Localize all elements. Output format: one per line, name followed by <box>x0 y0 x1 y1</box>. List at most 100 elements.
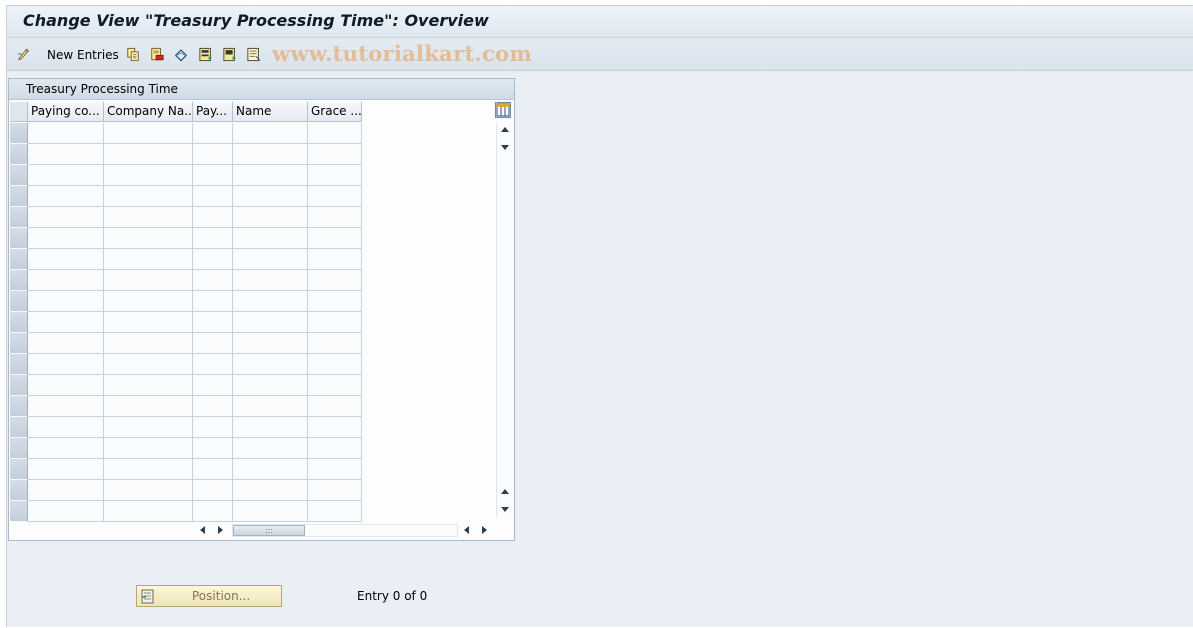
vertical-scrollbar[interactable] <box>496 123 512 517</box>
table-cell[interactable] <box>104 459 193 480</box>
table-cell[interactable] <box>308 375 362 396</box>
table-cell[interactable] <box>193 228 233 249</box>
deselect-all-button[interactable] <box>247 47 263 63</box>
table-cell[interactable] <box>308 228 362 249</box>
table-cell[interactable] <box>28 480 104 501</box>
table-cell[interactable] <box>308 480 362 501</box>
table-cell[interactable] <box>193 291 233 312</box>
table-cell[interactable] <box>308 501 362 522</box>
scroll-down-arrow-icon[interactable] <box>501 507 509 512</box>
scroll-right-arrow-icon[interactable] <box>218 526 223 534</box>
table-cell[interactable] <box>308 459 362 480</box>
table-cell[interactable] <box>308 144 362 165</box>
table-cell[interactable] <box>104 438 193 459</box>
scroll-page-left-arrow-icon[interactable] <box>464 526 469 534</box>
table-cell[interactable] <box>193 417 233 438</box>
table-cell[interactable] <box>233 291 308 312</box>
table-cell[interactable] <box>233 270 308 291</box>
delete-button[interactable] <box>150 47 166 63</box>
row-selector[interactable] <box>10 165 28 186</box>
table-cell[interactable] <box>233 501 308 522</box>
table-cell[interactable] <box>104 417 193 438</box>
row-selector[interactable] <box>10 417 28 438</box>
table-cell[interactable] <box>28 123 104 144</box>
row-selector[interactable] <box>10 354 28 375</box>
horizontal-scroll-thumb[interactable]: ::: <box>233 525 305 536</box>
table-cell[interactable] <box>104 480 193 501</box>
table-cell[interactable] <box>233 312 308 333</box>
column-header-grace[interactable]: Grace ... <box>308 102 362 122</box>
table-cell[interactable] <box>28 501 104 522</box>
table-cell[interactable] <box>233 375 308 396</box>
table-cell[interactable] <box>193 438 233 459</box>
horizontal-scrollbar[interactable]: ::: <box>196 522 492 538</box>
table-cell[interactable] <box>233 480 308 501</box>
column-header-payment[interactable]: Pay... <box>193 102 233 122</box>
table-cell[interactable] <box>233 333 308 354</box>
undo-change-button[interactable] <box>174 47 190 63</box>
table-cell[interactable] <box>193 144 233 165</box>
scroll-page-up-arrow-icon[interactable] <box>501 489 509 494</box>
scroll-left-arrow-icon[interactable] <box>200 526 205 534</box>
table-cell[interactable] <box>28 375 104 396</box>
table-cell[interactable] <box>193 396 233 417</box>
column-configuration-button[interactable] <box>495 102 511 118</box>
table-cell[interactable] <box>104 501 193 522</box>
select-all-rows-corner[interactable] <box>10 102 28 122</box>
table-cell[interactable] <box>28 186 104 207</box>
table-cell[interactable] <box>233 417 308 438</box>
row-selector[interactable] <box>10 459 28 480</box>
table-cell[interactable] <box>308 249 362 270</box>
table-cell[interactable] <box>28 207 104 228</box>
table-cell[interactable] <box>104 354 193 375</box>
table-cell[interactable] <box>308 165 362 186</box>
row-selector[interactable] <box>10 438 28 459</box>
row-selector[interactable] <box>10 186 28 207</box>
table-cell[interactable] <box>28 144 104 165</box>
table-cell[interactable] <box>233 459 308 480</box>
table-cell[interactable] <box>104 375 193 396</box>
table-cell[interactable] <box>193 207 233 228</box>
table-cell[interactable] <box>28 312 104 333</box>
table-cell[interactable] <box>104 333 193 354</box>
table-cell[interactable] <box>193 354 233 375</box>
table-cell[interactable] <box>104 123 193 144</box>
table-cell[interactable] <box>104 186 193 207</box>
table-cell[interactable] <box>193 375 233 396</box>
table-cell[interactable] <box>193 123 233 144</box>
table-cell[interactable] <box>233 207 308 228</box>
table-cell[interactable] <box>308 354 362 375</box>
table-cell[interactable] <box>233 165 308 186</box>
table-cell[interactable] <box>193 480 233 501</box>
column-header-company-name[interactable]: Company Na... <box>104 102 193 122</box>
table-cell[interactable] <box>308 291 362 312</box>
table-cell[interactable] <box>193 333 233 354</box>
table-cell[interactable] <box>28 354 104 375</box>
table-cell[interactable] <box>308 438 362 459</box>
table-cell[interactable] <box>104 165 193 186</box>
table-cell[interactable] <box>28 438 104 459</box>
table-cell[interactable] <box>233 144 308 165</box>
row-selector[interactable] <box>10 396 28 417</box>
select-block-button[interactable] <box>223 47 239 63</box>
column-header-name[interactable]: Name <box>233 102 308 122</box>
table-cell[interactable] <box>193 459 233 480</box>
table-cell[interactable] <box>28 291 104 312</box>
select-all-button[interactable] <box>199 47 215 63</box>
table-cell[interactable] <box>308 123 362 144</box>
table-cell[interactable] <box>28 270 104 291</box>
table-cell[interactable] <box>233 354 308 375</box>
row-selector[interactable] <box>10 291 28 312</box>
table-cell[interactable] <box>233 123 308 144</box>
scroll-up-arrow-icon[interactable] <box>501 127 509 132</box>
table-cell[interactable] <box>104 270 193 291</box>
row-selector[interactable] <box>10 312 28 333</box>
copy-button[interactable] <box>126 47 142 63</box>
table-cell[interactable] <box>28 417 104 438</box>
row-selector[interactable] <box>10 333 28 354</box>
row-selector[interactable] <box>10 207 28 228</box>
scroll-page-down-arrow-icon[interactable] <box>501 145 509 150</box>
table-cell[interactable] <box>308 333 362 354</box>
table-cell[interactable] <box>104 312 193 333</box>
row-selector[interactable] <box>10 480 28 501</box>
